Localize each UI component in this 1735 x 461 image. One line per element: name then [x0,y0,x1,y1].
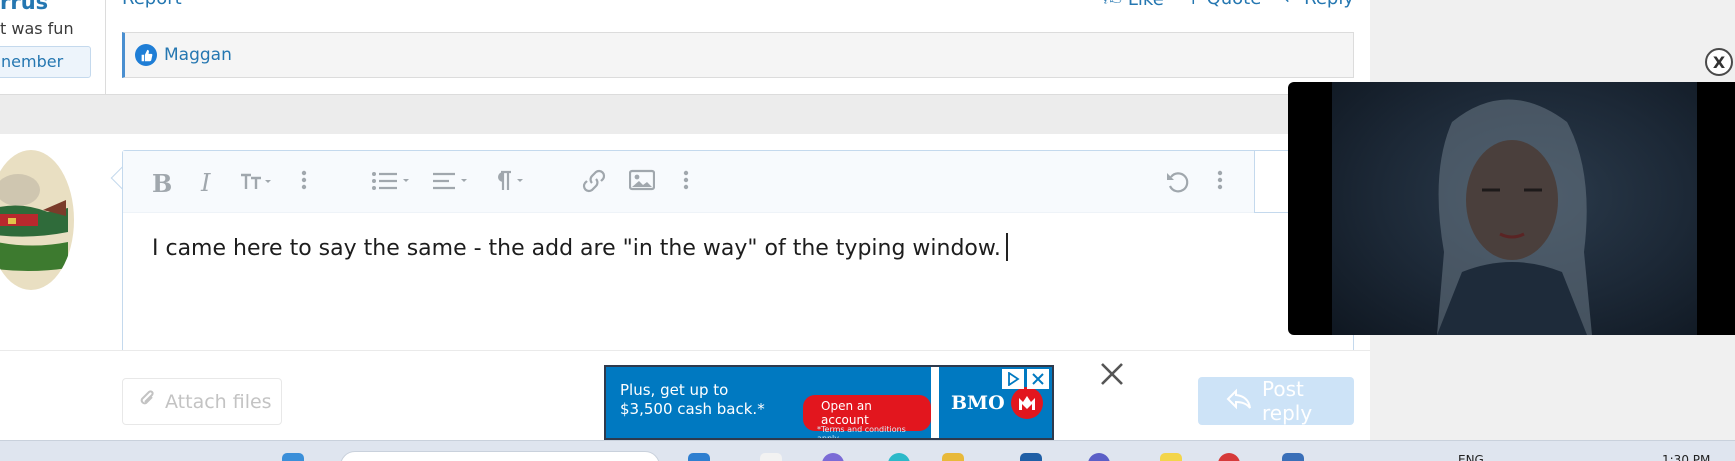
app-icon-yellow[interactable] [1160,453,1182,461]
editor-toolbar: B I [123,151,1355,213]
post-author-name[interactable]: rrus [0,0,48,14]
like-button[interactable]: 👍︎ Like [1103,0,1163,10]
post-separator [0,94,1370,134]
chrome-icon[interactable] [1218,453,1240,461]
quick-reply-section: B I I came here to say the same - the ad… [0,134,1370,362]
post-actions: 👍︎ Like + Quote ↩ Reply [1103,0,1354,10]
ad-divider [931,367,939,438]
like-icon: 👍︎ [1103,0,1128,10]
attach-files-label: Attach files [165,390,272,413]
app-icon-grid[interactable] [1282,453,1304,461]
ad-terms: *Terms and conditions apply. [817,425,906,440]
reply-editor[interactable]: B I I came here to say the same - the ad… [122,150,1355,362]
taskbar-search[interactable] [340,451,660,461]
list-icon[interactable] [371,169,413,193]
more-insert-options-icon[interactable] [683,169,689,191]
bmo-logo-text: BMO [951,391,1005,414]
taskbar: ENG 1:30 PM [0,440,1735,461]
post-author-title: t was fun [0,19,74,38]
text-size-icon[interactable] [239,169,273,193]
file-explorer-icon[interactable] [760,453,782,461]
post-author-badge: nember [0,46,91,78]
quote-label: Quote [1207,0,1262,9]
like-label: Like [1128,0,1164,10]
report-link[interactable]: Report [122,0,182,9]
quote-button[interactable]: + Quote [1186,0,1262,10]
start-icon[interactable] [282,453,304,461]
ad-close-icon[interactable] [1027,369,1049,389]
ad-content: Plus, get up to $3,500 cash back.* Open … [606,367,931,438]
more-text-options-icon[interactable] [301,169,307,191]
clock[interactable]: 1:30 PM [1662,453,1710,461]
bold-icon[interactable]: B [152,169,172,198]
text-caret [1005,233,1008,261]
post-reply-button[interactable]: Post reply [1198,377,1354,425]
paragraph-icon[interactable] [491,169,527,193]
reactions-bar: Maggan [122,32,1354,78]
edge-icon[interactable] [688,453,710,461]
video-close-button[interactable]: X [1705,48,1733,76]
reply-arrow-icon [1226,388,1252,415]
reaction-user-link[interactable]: Maggan [164,45,232,65]
bmo-logo-icon [1010,386,1043,419]
app-icon-blue[interactable] [1020,453,1042,461]
attach-files-button[interactable]: Attach files [122,378,282,425]
post-footer: Report 👍︎ Like + Quote ↩ Reply Maggan [106,0,1370,94]
post-author-column: rrus t was fun nember [0,0,106,94]
dismiss-ad-icon[interactable] [1098,360,1126,388]
video-ad-player[interactable] [1288,82,1735,335]
paperclip-icon [137,388,157,415]
language-indicator[interactable]: ENG [1458,453,1484,461]
reply-label: Reply [1304,0,1354,9]
teams-icon[interactable] [1088,453,1110,461]
editor-content[interactable]: I came here to say the same - the add ar… [152,233,1008,261]
reply-icon: ↩ [1283,0,1304,9]
ad-headline: Plus, get up to $3,500 cash back.* [620,381,765,418]
quote-icon: + [1186,0,1207,9]
post-reply-label: Post reply [1262,377,1313,425]
image-icon[interactable] [629,169,655,191]
video-frame [1332,82,1697,335]
avatar[interactable] [0,150,74,290]
link-icon[interactable] [581,169,607,193]
italic-icon[interactable]: I [201,169,210,197]
app-icon-purple[interactable] [822,453,844,461]
more-options-icon[interactable] [1217,169,1223,191]
app-icon-teal[interactable] [888,453,910,461]
ad-banner[interactable]: Plus, get up to $3,500 cash back.* Open … [604,365,1054,440]
adchoices-icon[interactable] [1002,369,1024,389]
reply-button[interactable]: ↩ Reply [1283,0,1354,10]
undo-icon[interactable] [1165,169,1191,195]
align-icon[interactable] [431,169,471,193]
editor-text: I came here to say the same - the add ar… [152,236,1001,261]
folder-icon[interactable] [942,453,964,461]
thumbs-up-icon [135,44,157,66]
